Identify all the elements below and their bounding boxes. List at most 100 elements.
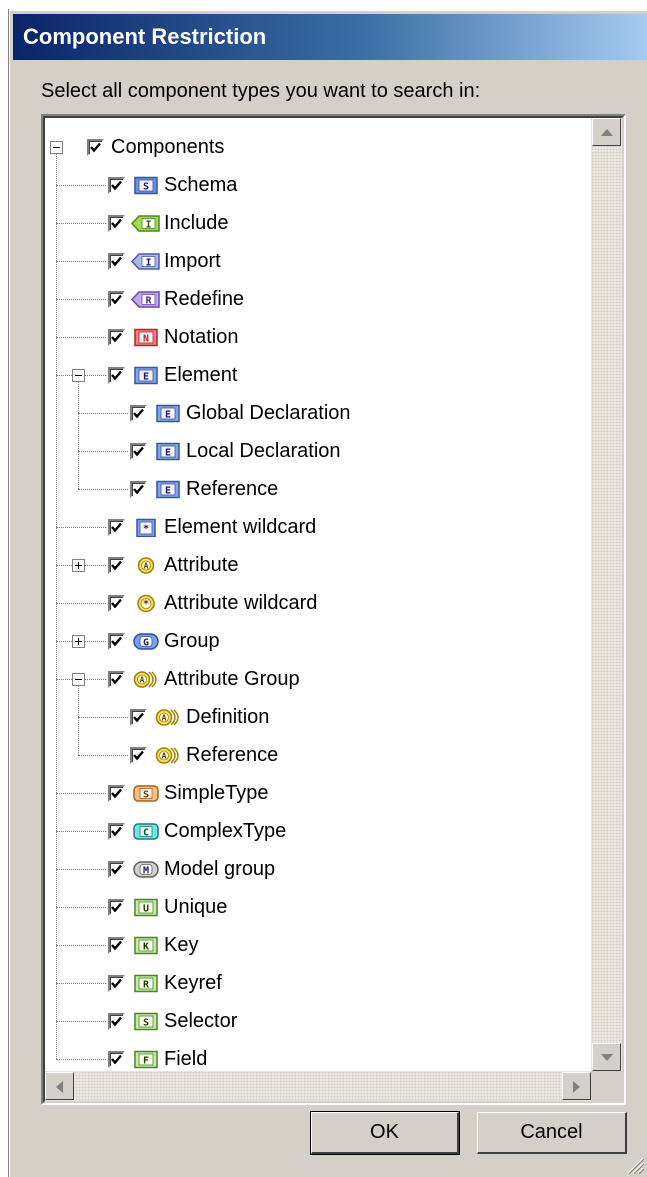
- checkbox[interactable]: [108, 215, 125, 232]
- checkbox[interactable]: [108, 1013, 125, 1030]
- attribute-group-icon: A: [130, 670, 162, 694]
- key-icon: K: [130, 936, 162, 960]
- checkbox[interactable]: [108, 329, 125, 346]
- checkmark-icon: [90, 142, 101, 153]
- redefine-icon: R: [130, 290, 162, 314]
- expand-icon[interactable]: [72, 635, 85, 648]
- checkbox[interactable]: [108, 519, 125, 536]
- collapse-icon[interactable]: [72, 673, 85, 686]
- checkbox[interactable]: [108, 557, 125, 574]
- svg-text:S: S: [143, 1018, 149, 1029]
- tree-item-label: Attribute wildcard: [164, 592, 318, 614]
- tree-item-label: Key: [164, 934, 199, 956]
- checkbox[interactable]: [108, 785, 125, 802]
- tree-guide-line: [78, 382, 79, 489]
- checkbox[interactable]: [130, 747, 147, 764]
- cancel-button[interactable]: Cancel: [477, 1112, 627, 1154]
- checkbox[interactable]: [130, 405, 147, 422]
- attribute-group-icon: A: [152, 708, 184, 732]
- checkbox[interactable]: [87, 139, 104, 156]
- unique-icon: U: [130, 898, 162, 922]
- collapse-icon[interactable]: [72, 369, 85, 382]
- tree-item-label: Model group: [164, 858, 276, 880]
- svg-text:*: *: [143, 598, 149, 611]
- checkbox[interactable]: [130, 443, 147, 460]
- checkmark-icon: [111, 370, 122, 381]
- checkmark-icon: [111, 902, 122, 913]
- checkmark-icon: [111, 598, 122, 609]
- svg-text:E: E: [165, 486, 171, 497]
- checkbox[interactable]: [130, 481, 147, 498]
- tree-connector-line: [56, 223, 106, 224]
- tree-item-label: Attribute: [164, 554, 239, 576]
- svg-text:R: R: [143, 980, 150, 991]
- include-icon: I: [130, 214, 162, 238]
- scroll-up-button[interactable]: [592, 118, 621, 146]
- scroll-right-button[interactable]: [562, 1072, 591, 1100]
- checkbox[interactable]: [108, 1051, 125, 1068]
- checkbox[interactable]: [108, 861, 125, 878]
- tree-connector-line: [56, 983, 106, 984]
- resize-grip-icon[interactable]: [623, 1153, 645, 1175]
- horizontal-scrollbar[interactable]: [45, 1071, 622, 1101]
- selector-icon: S: [130, 1012, 162, 1036]
- svg-text:U: U: [143, 904, 149, 915]
- component-tree[interactable]: Components S Schema I Include I Import R Redefin…: [43, 116, 624, 1103]
- checkbox[interactable]: [108, 937, 125, 954]
- checkbox[interactable]: [108, 595, 125, 612]
- tree-item-label: Selector: [164, 1010, 238, 1032]
- field-icon: F: [130, 1050, 162, 1074]
- svg-text:I: I: [145, 258, 151, 269]
- keyref-icon: R: [130, 974, 162, 998]
- checkmark-icon: [111, 332, 122, 343]
- arrow-down-icon: [601, 1054, 613, 1061]
- tree-item-label: Global Declaration: [186, 402, 351, 424]
- svg-text:A: A: [144, 562, 149, 571]
- tree-connector-line: [56, 1059, 106, 1060]
- svg-text:S: S: [143, 182, 149, 193]
- tree-connector-line: [78, 717, 128, 718]
- notation-icon: N: [130, 328, 162, 352]
- tree-item-label: Notation: [164, 326, 239, 348]
- ok-button[interactable]: OK: [310, 1111, 460, 1155]
- svg-text:R: R: [145, 296, 152, 307]
- checkmark-icon: [111, 788, 122, 799]
- title-bar[interactable]: Component Restriction: [13, 14, 647, 60]
- group-icon: G: [130, 632, 162, 656]
- checkbox[interactable]: [108, 633, 125, 650]
- component-restriction-dialog: Component Restriction Select all compone…: [9, 10, 647, 1177]
- checkmark-icon: [111, 978, 122, 989]
- tree-item-label: Components: [111, 136, 225, 158]
- checkbox[interactable]: [108, 671, 125, 688]
- tree-item-label: Definition: [186, 706, 270, 728]
- checkmark-icon: [111, 294, 122, 305]
- tree-guide-line: [78, 686, 79, 755]
- scroll-left-button[interactable]: [45, 1072, 74, 1100]
- checkbox[interactable]: [108, 253, 125, 270]
- checkbox[interactable]: [130, 709, 147, 726]
- checkmark-icon: [111, 864, 122, 875]
- checkbox[interactable]: [108, 177, 125, 194]
- checkbox[interactable]: [108, 291, 125, 308]
- checkbox[interactable]: [108, 367, 125, 384]
- attribute-icon: A: [130, 556, 162, 580]
- expand-icon[interactable]: [72, 559, 85, 572]
- vertical-scrollbar[interactable]: [591, 118, 622, 1071]
- tree-item-label: Element: [164, 364, 238, 386]
- complex-type-icon: C: [130, 822, 162, 846]
- checkbox[interactable]: [108, 823, 125, 840]
- svg-text:E: E: [165, 410, 171, 421]
- checkbox[interactable]: [108, 975, 125, 992]
- svg-text:F: F: [143, 1056, 149, 1067]
- tree-item-label: Attribute Group: [164, 668, 300, 690]
- scroll-down-button[interactable]: [592, 1043, 621, 1071]
- import-icon: I: [130, 252, 162, 276]
- tree-item-label: Local Declaration: [186, 440, 341, 462]
- checkmark-icon: [111, 1054, 122, 1065]
- checkbox[interactable]: [108, 899, 125, 916]
- tree-connector-line: [56, 185, 106, 186]
- arrow-up-icon: [601, 129, 613, 136]
- svg-text:S: S: [143, 790, 149, 801]
- collapse-icon[interactable]: [50, 141, 63, 154]
- tree-connector-line: [56, 793, 106, 794]
